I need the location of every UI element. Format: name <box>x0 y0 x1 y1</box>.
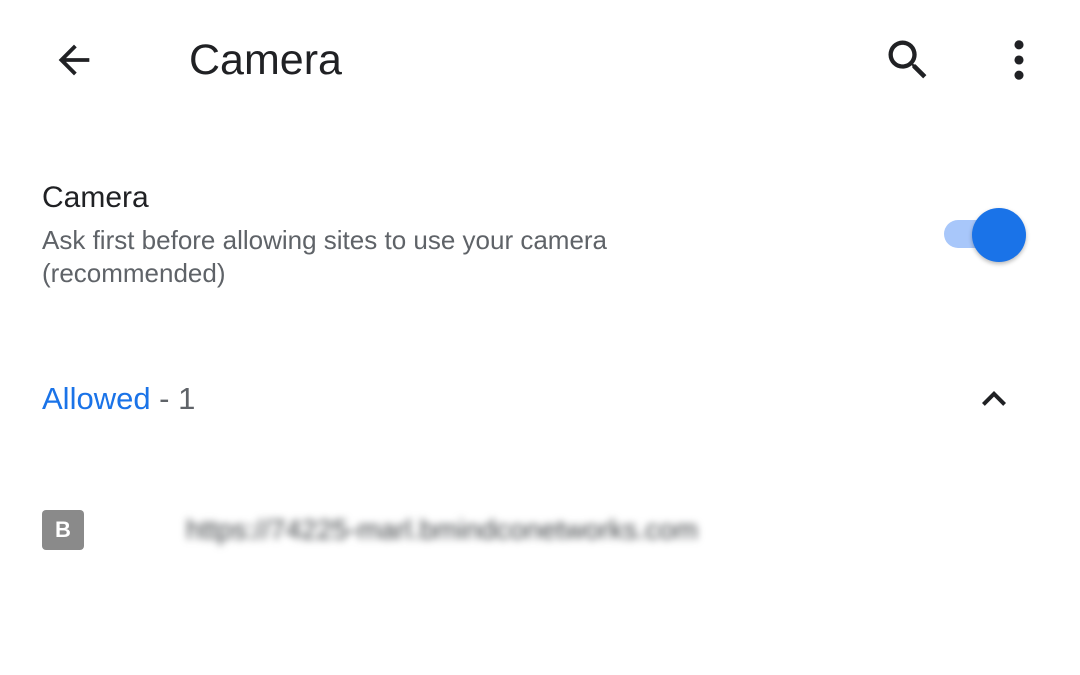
allowed-section-header[interactable]: Allowed - 1 <box>0 360 1080 440</box>
setting-title: Camera <box>42 181 149 214</box>
camera-setting-row[interactable]: Camera Ask first before allowing sites t… <box>0 160 1080 310</box>
camera-toggle-switch[interactable] <box>942 208 1030 262</box>
app-bar: Camera <box>0 0 1080 120</box>
toggle-thumb <box>972 208 1026 262</box>
more-vert-icon <box>1014 40 1024 80</box>
allowed-label: Allowed <box>42 381 151 416</box>
arrow-back-icon <box>58 44 90 76</box>
search-icon <box>888 40 927 79</box>
chevron-up-icon <box>982 391 1006 406</box>
search-button[interactable] <box>876 28 940 92</box>
collapse-button[interactable] <box>964 372 1024 426</box>
more-options-button[interactable] <box>990 28 1048 92</box>
setting-summary: Ask first before allowing sites to use y… <box>42 225 608 288</box>
allowed-section-label: Allowed - 1 <box>42 380 195 418</box>
allowed-count: - 1 <box>150 381 196 416</box>
back-button[interactable] <box>44 30 104 90</box>
site-favicon: B <box>42 510 84 550</box>
site-list-item[interactable]: B https://74225-marl.bmindconetworks.com <box>0 490 1080 570</box>
page-title: Camera <box>189 36 342 84</box>
site-url: https://74225-marl.bmindconetworks.com <box>186 514 698 545</box>
